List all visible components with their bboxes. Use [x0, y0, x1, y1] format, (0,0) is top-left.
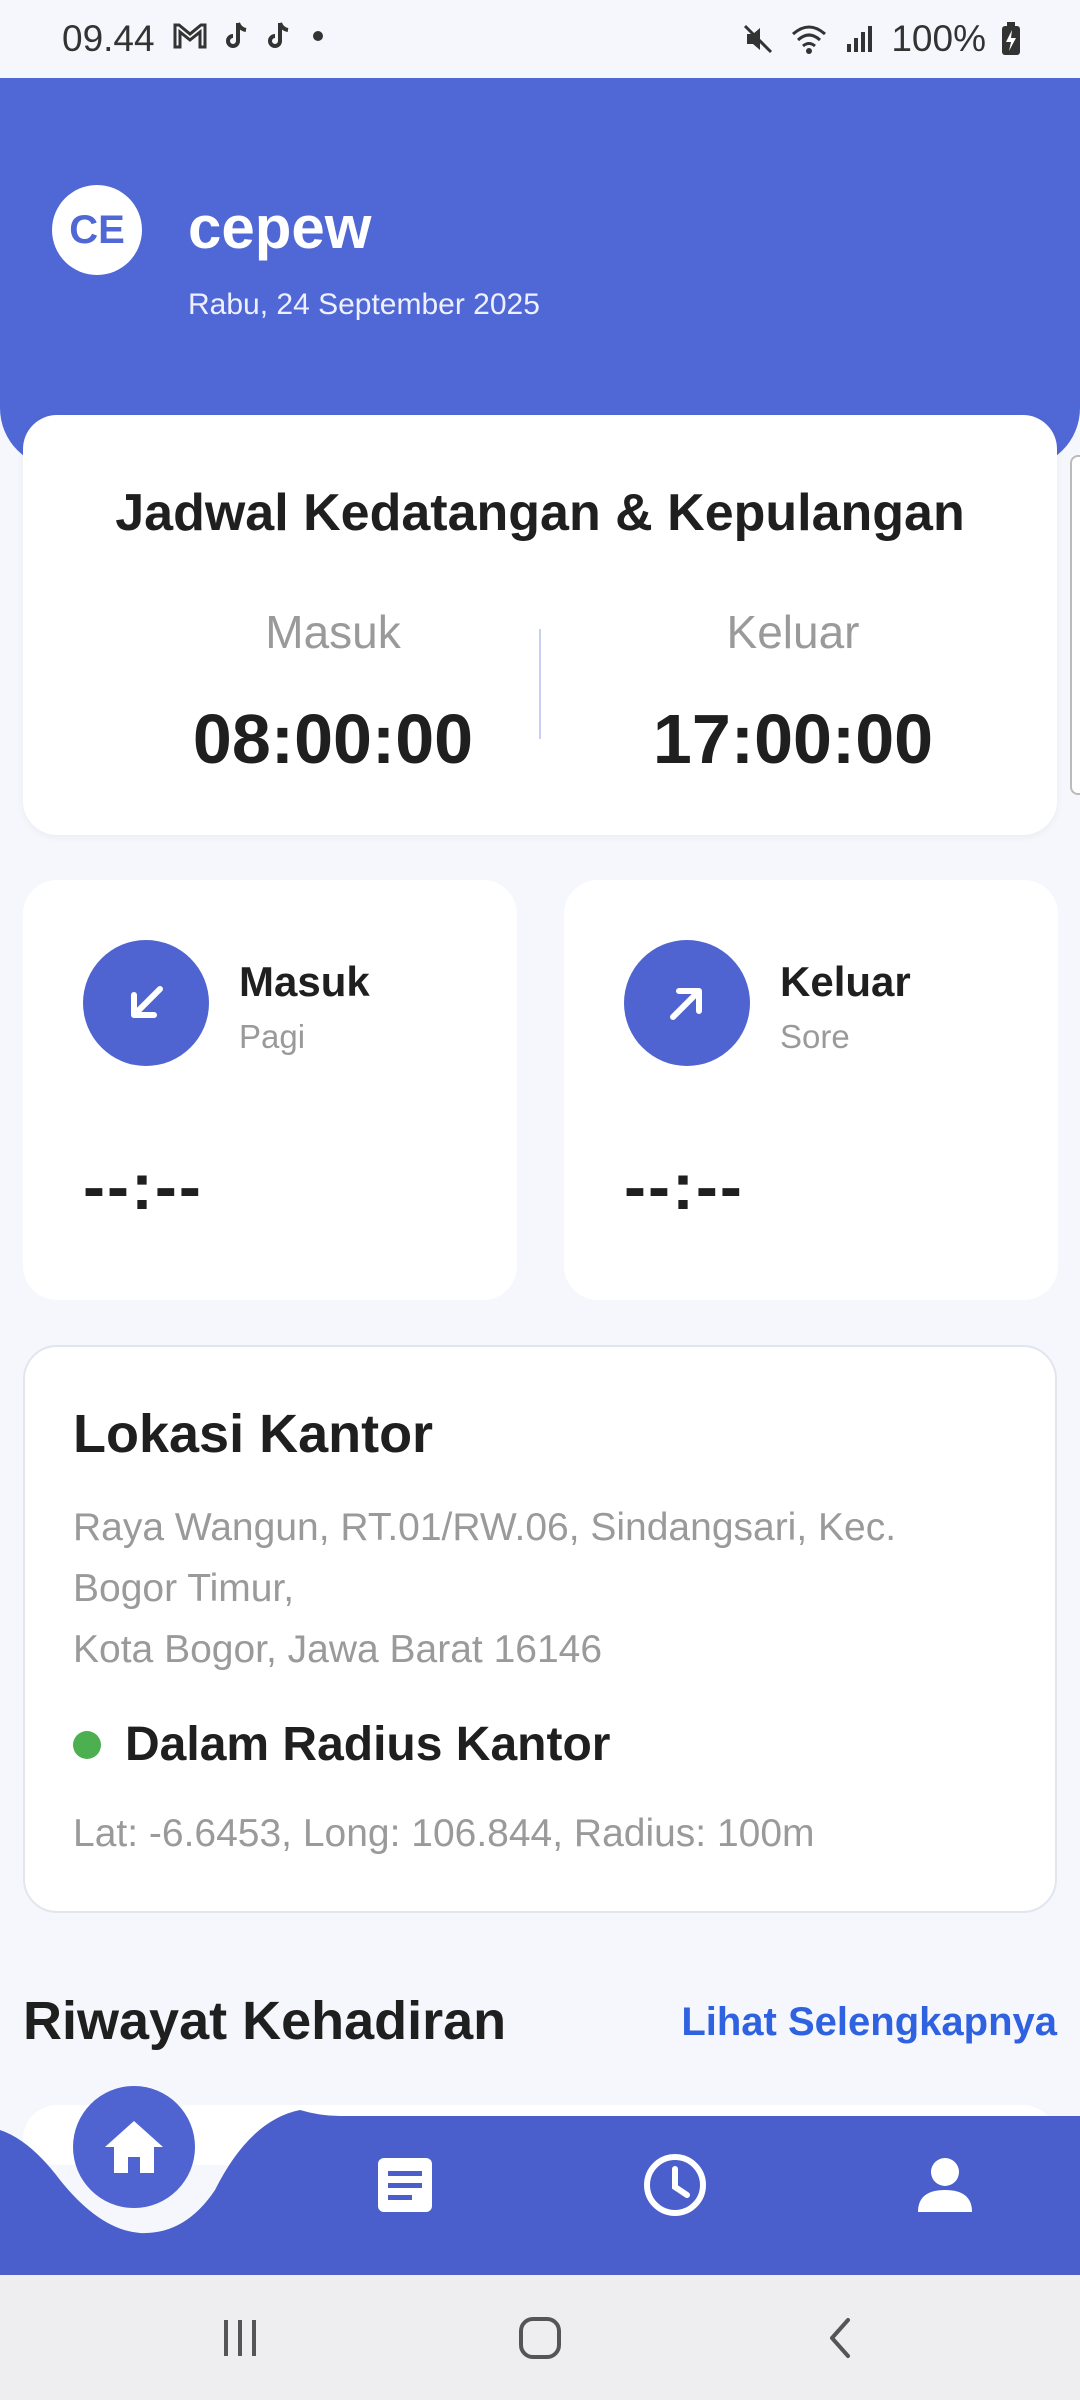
profile-header [0, 78, 1080, 468]
recent-apps-button[interactable] [205, 2305, 275, 2371]
tiktok-icon [226, 22, 247, 48]
schedule-divider [539, 629, 541, 739]
side-panel-handle[interactable] [1070, 455, 1080, 795]
schedule-out-label: Keluar [726, 606, 860, 658]
gmail-icon [173, 23, 207, 49]
back-button[interactable] [805, 2305, 875, 2371]
signal-icon [847, 26, 873, 52]
check-in-card[interactable]: Masuk Pagi --:-- [23, 880, 517, 1300]
check-out-subtitle: Sore [780, 1018, 850, 1055]
check-out-card[interactable]: Keluar Sore --:-- [564, 880, 1058, 1300]
check-in-button[interactable] [83, 940, 209, 1066]
address-line: Kota Bogor, Jawa Barat 16146 [73, 1628, 603, 1671]
arrow-down-left-icon [131, 986, 163, 1018]
status-bar: 09.44 100% [0, 0, 1080, 78]
avatar[interactable]: CE [52, 185, 142, 275]
nav-documents[interactable] [365, 2145, 445, 2225]
home-icon [105, 2121, 163, 2173]
tiktok-icon [268, 22, 289, 48]
system-navigation-bar [0, 2275, 1080, 2400]
schedule-in-label: Masuk [265, 606, 401, 658]
schedule-title: Jadwal Kedatangan & Kepulangan [115, 484, 965, 542]
schedule-in-time: 08:00:00 [192, 700, 474, 778]
check-in-title: Masuk [239, 958, 370, 1005]
history-title: Riwayat Kehadiran [23, 1991, 507, 2051]
clock-icon [644, 2154, 706, 2216]
status-dot-icon [73, 1730, 101, 1759]
address-line: Bogor Timur, [73, 1567, 295, 1610]
back-chevron-icon [830, 2318, 850, 2358]
check-out-button[interactable] [624, 940, 750, 1066]
recent-apps-icon [224, 2320, 256, 2356]
location-address: Raya Wangun, RT.01/RW.06, Sindangsari, K… [73, 1497, 1013, 1680]
battery-charging-icon [1002, 22, 1020, 55]
schedule-out: Keluar 17:00:00 [593, 605, 993, 779]
location-coordinates: Lat: -6.6453, Long: 106.844, Radius: 100… [73, 1812, 815, 1855]
wifi-icon [792, 25, 827, 54]
radius-status: Dalam Radius Kantor [73, 1717, 610, 1772]
check-out-time: --:-- [624, 1149, 744, 1223]
see-more-link[interactable]: Lihat Selengkapnya [681, 2000, 1057, 2045]
check-in-time: --:-- [83, 1149, 203, 1223]
mute-icon [744, 24, 773, 54]
location-title: Lokasi Kantor [73, 1404, 434, 1464]
address-line: Raya Wangun, RT.01/RW.06, Sindangsari, K… [73, 1506, 897, 1549]
schedule-out-time: 17:00:00 [652, 700, 934, 778]
schedule-in: Masuk 08:00:00 [133, 605, 533, 779]
person-icon [918, 2158, 972, 2212]
arrow-up-right-icon [670, 988, 702, 1020]
status-time: 09.44 [62, 18, 155, 59]
current-date: Rabu, 24 September 2025 [188, 288, 540, 321]
nav-home[interactable] [73, 2086, 195, 2208]
check-out-title: Keluar [780, 958, 911, 1005]
nav-history[interactable] [635, 2145, 715, 2225]
document-icon [378, 2158, 432, 2212]
username: cepew [188, 194, 372, 261]
battery-percent: 100% [891, 18, 986, 59]
home-button[interactable] [505, 2305, 575, 2371]
nav-profile[interactable] [905, 2145, 985, 2225]
check-in-subtitle: Pagi [239, 1018, 306, 1055]
radius-status-text: Dalam Radius Kantor [125, 1718, 611, 1771]
office-location-card: Lokasi Kantor Raya Wangun, RT.01/RW.06, … [23, 1345, 1057, 1913]
dot-icon [313, 31, 323, 41]
home-square-icon [519, 2317, 561, 2359]
schedule-card: Jadwal Kedatangan & Kepulangan Masuk 08:… [23, 415, 1057, 835]
